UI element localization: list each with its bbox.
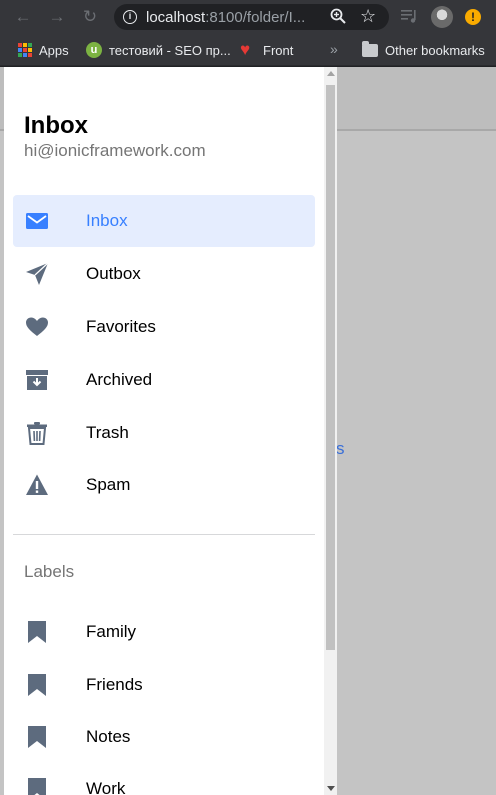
bookmark-label: Apps [39, 42, 69, 58]
back-arrow-icon[interactable]: ← [12, 6, 34, 28]
label-item-friends[interactable]: Friends [13, 659, 315, 711]
page-viewport: s Inbox hi@ionicframework.com Inbox Outb… [0, 67, 496, 795]
more-bookmarks-chevron[interactable]: » [330, 41, 338, 57]
media-control-icon[interactable] [400, 7, 418, 25]
scroll-down-arrow-icon[interactable] [327, 786, 335, 791]
menu-item-label: Trash [86, 423, 129, 442]
other-bookmarks-label: Other bookmarks [385, 42, 485, 58]
warning-icon [25, 473, 49, 497]
site-info-icon[interactable]: i [123, 10, 137, 24]
url-host: localhost [146, 9, 206, 26]
trash-icon [25, 421, 49, 445]
label-item-label: Friends [86, 675, 143, 694]
menu-item-spam[interactable]: Spam [13, 459, 315, 511]
seo-site-icon: u [86, 42, 102, 58]
bookmark-label: Front [263, 42, 294, 58]
menu-title: Inbox [24, 112, 88, 139]
label-item-work[interactable]: Work [13, 763, 315, 795]
zoom-icon[interactable] [329, 7, 347, 25]
folder-icon [362, 40, 378, 57]
profile-avatar[interactable] [431, 6, 453, 28]
label-item-family[interactable]: Family [13, 606, 315, 658]
bookmark-seo[interactable]: u тестовий - SEO пр... [86, 41, 231, 59]
label-item-label: Notes [86, 727, 131, 746]
archive-icon [25, 368, 49, 392]
menu-item-favorites[interactable]: Favorites [13, 301, 315, 353]
address-url[interactable]: localhost:8100/folder/I... [146, 9, 305, 26]
bookmarks-bar: Apps u тестовий - SEO пр... ♥ Front » Ot… [0, 34, 496, 66]
menu-item-inbox[interactable]: Inbox [13, 195, 315, 247]
label-item-notes[interactable]: Notes [13, 711, 315, 763]
menu-item-label: Outbox [86, 264, 141, 283]
other-bookmarks[interactable]: Other bookmarks [362, 40, 485, 59]
update-alert-icon[interactable]: ! [465, 9, 481, 25]
bookmark-apps[interactable]: Apps [18, 41, 69, 59]
heart-icon [25, 315, 49, 339]
bookmark-front[interactable]: ♥ Front [240, 41, 293, 59]
bookmark-icon [25, 673, 49, 697]
menu-item-label: Favorites [86, 317, 156, 336]
menu-item-label: Spam [86, 475, 131, 494]
apps-grid-icon [18, 43, 32, 57]
bookmark-icon [25, 777, 49, 795]
browser-toolbar: ← → ↻ i localhost:8100/folder/I... ☆ ! [0, 0, 496, 34]
heart-icon: ♥ [240, 40, 251, 59]
menu-divider [13, 534, 315, 535]
labels-header: Labels [24, 562, 75, 581]
address-bar[interactable]: i localhost:8100/folder/I... ☆ [114, 4, 389, 30]
bookmark-icon [25, 620, 49, 644]
url-path: :8100/folder/I... [205, 9, 306, 26]
mail-icon [25, 209, 49, 233]
bookmark-label: тестовий - SEO пр... [109, 42, 231, 58]
menu-subtitle: hi@ionicframework.com [24, 141, 206, 160]
menu-item-label: Archived [86, 370, 153, 389]
menu-scrollbar[interactable] [324, 67, 337, 795]
menu-item-outbox[interactable]: Outbox [13, 248, 315, 300]
menu-item-label: Inbox [86, 211, 128, 230]
label-item-label: Family [86, 622, 137, 641]
forward-arrow-icon[interactable]: → [46, 6, 68, 28]
side-menu: Inbox hi@ionicframework.com Inbox Outbox… [4, 67, 337, 795]
bookmark-star-icon[interactable]: ☆ [360, 6, 376, 26]
menu-item-archived[interactable]: Archived [13, 354, 315, 406]
page-link-behind-backdrop: s [336, 439, 345, 458]
scroll-up-arrow-icon[interactable] [327, 71, 335, 76]
reload-icon[interactable]: ↻ [79, 6, 101, 28]
label-item-label: Work [86, 779, 126, 795]
paper-plane-icon [25, 262, 49, 286]
bookmark-icon [25, 725, 49, 749]
scrollbar-thumb[interactable] [326, 85, 335, 650]
menu-item-trash[interactable]: Trash [13, 407, 315, 459]
